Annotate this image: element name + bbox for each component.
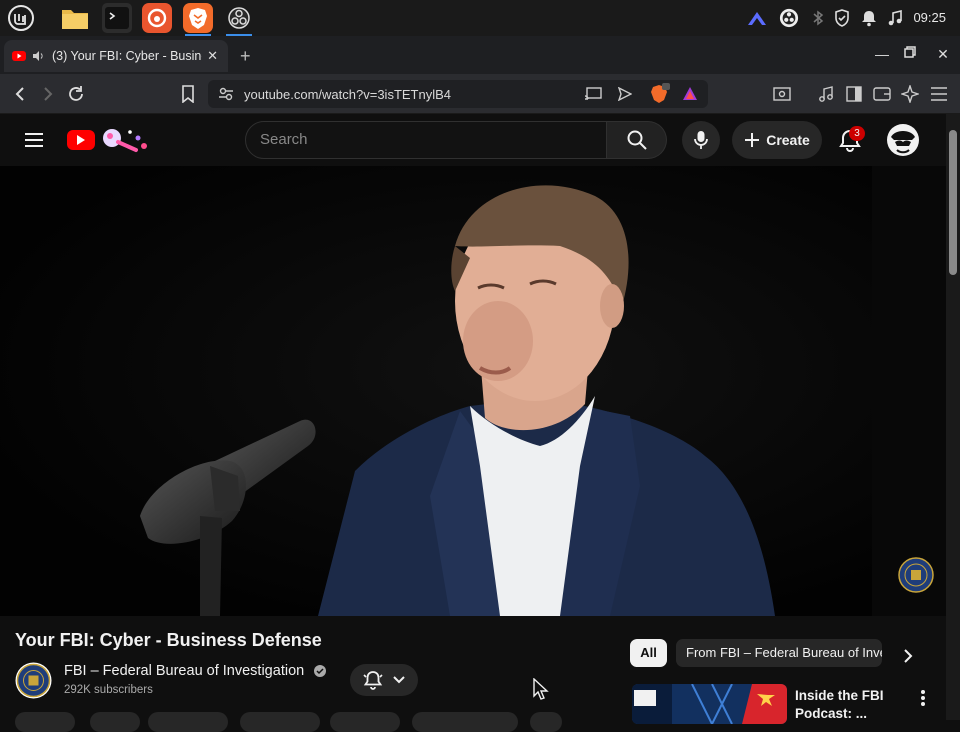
recommended-video-title[interactable]: Inside the FBI Podcast: ... bbox=[795, 687, 905, 723]
guide-menu-icon[interactable] bbox=[24, 132, 44, 148]
new-tab-button[interactable]: + bbox=[240, 46, 251, 67]
media-icon[interactable] bbox=[885, 8, 905, 28]
page-scrollbar-thumb[interactable] bbox=[949, 130, 957, 275]
obs-icon bbox=[228, 7, 250, 29]
navigation-bar: youtube.com/watch?v=3isTETnylB4 bbox=[0, 74, 960, 114]
wallet-icon[interactable] bbox=[872, 84, 892, 104]
send-icon[interactable] bbox=[618, 87, 632, 101]
firefox-app-button[interactable] bbox=[142, 3, 172, 33]
channel-avatar[interactable] bbox=[15, 662, 52, 699]
chevron-down-icon bbox=[393, 676, 405, 684]
brave-rewards-icon[interactable] bbox=[682, 86, 698, 102]
close-window-icon[interactable]: ✕ bbox=[935, 46, 951, 62]
subscribed-notifications-button[interactable] bbox=[350, 664, 418, 696]
chip-from-channel[interactable]: From FBI – Federal Bureau of Investigati… bbox=[676, 639, 882, 667]
more-options-icon[interactable] bbox=[916, 688, 930, 708]
bell-ringing-icon bbox=[363, 671, 383, 690]
shield-icon[interactable] bbox=[832, 8, 852, 28]
save-button[interactable] bbox=[412, 712, 518, 732]
search-box[interactable] bbox=[245, 121, 607, 159]
browser-tab[interactable]: (3) Your FBI: Cyber - Busine ✕ bbox=[4, 40, 228, 72]
youtube-favicon-icon bbox=[12, 51, 26, 61]
reload-icon[interactable] bbox=[66, 84, 86, 104]
firefox-icon bbox=[147, 8, 167, 28]
bookmark-icon[interactable] bbox=[178, 84, 198, 104]
search-input[interactable] bbox=[260, 131, 590, 148]
menu-icon[interactable] bbox=[929, 84, 949, 104]
minimize-icon[interactable]: — bbox=[874, 46, 890, 62]
like-button[interactable] bbox=[15, 712, 75, 732]
back-icon[interactable] bbox=[10, 84, 30, 104]
folder-icon bbox=[62, 10, 88, 29]
speaker-icon[interactable] bbox=[32, 50, 44, 62]
thumbnail-image bbox=[632, 684, 787, 724]
create-label: Create bbox=[766, 132, 810, 148]
download-button[interactable] bbox=[240, 712, 320, 732]
verified-badge-icon bbox=[314, 665, 326, 677]
brave-lion-icon bbox=[189, 8, 207, 29]
clock[interactable]: 09:25 bbox=[913, 10, 946, 25]
share-button[interactable] bbox=[148, 712, 228, 732]
avatar[interactable] bbox=[886, 123, 920, 157]
video-title: Your FBI: Cyber - Business Defense bbox=[15, 630, 322, 650]
youtube-header: Create 3 bbox=[0, 114, 946, 166]
more-actions-button[interactable] bbox=[530, 712, 562, 732]
chip-all[interactable]: All bbox=[630, 639, 667, 667]
search-icon bbox=[627, 130, 647, 150]
plus-icon bbox=[745, 133, 760, 147]
terminal-app-button[interactable] bbox=[102, 3, 132, 33]
voice-search-button[interactable] bbox=[682, 121, 720, 159]
leo-ai-icon[interactable] bbox=[900, 84, 920, 104]
mint-logo-icon bbox=[8, 5, 34, 31]
maximize-icon[interactable] bbox=[904, 46, 920, 62]
channel-name[interactable]: FBI – Federal Bureau of Investigation bbox=[64, 663, 304, 679]
dislike-button[interactable] bbox=[90, 712, 140, 732]
taskbar: 09:25 bbox=[0, 0, 960, 36]
obs-app-button[interactable] bbox=[224, 3, 254, 36]
sidebar-toggle-icon[interactable] bbox=[844, 84, 864, 104]
chevron-right-icon[interactable] bbox=[898, 646, 918, 666]
url-text[interactable]: youtube.com/watch?v=3isTETnylB4 bbox=[244, 87, 451, 102]
obs-tray-icon[interactable] bbox=[779, 8, 799, 28]
tab-bar: (3) Your FBI: Cyber - Busine ✕ + — ✕ bbox=[0, 36, 960, 74]
youtube-doodle-logo-icon[interactable] bbox=[66, 124, 150, 154]
search-button[interactable] bbox=[607, 121, 667, 159]
subscriber-count: 292K subscribers bbox=[64, 684, 153, 696]
site-settings-icon[interactable] bbox=[218, 86, 234, 102]
microphone-icon bbox=[694, 131, 708, 149]
close-tab-icon[interactable]: ✕ bbox=[207, 48, 218, 64]
files-app-button[interactable] bbox=[60, 3, 90, 33]
mouse-cursor-icon bbox=[533, 678, 549, 700]
address-bar[interactable]: youtube.com/watch?v=3isTETnylB4 bbox=[208, 80, 708, 108]
fbi-watermark-icon[interactable] bbox=[898, 557, 934, 593]
brave-shields-icon[interactable] bbox=[650, 83, 670, 105]
forward-icon[interactable] bbox=[38, 84, 58, 104]
music-icon[interactable] bbox=[816, 84, 836, 104]
video-frame-speaker bbox=[0, 166, 946, 616]
bluetooth-icon[interactable] bbox=[808, 8, 828, 28]
reader-mode-icon[interactable] bbox=[772, 84, 792, 104]
recommended-video-thumbnail[interactable] bbox=[632, 684, 787, 724]
terminal-icon bbox=[105, 7, 129, 29]
create-button[interactable]: Create bbox=[732, 121, 822, 159]
notifications-icon[interactable] bbox=[859, 8, 879, 28]
video-player[interactable] bbox=[0, 166, 946, 616]
clip-button[interactable] bbox=[330, 712, 400, 732]
brave-app-button[interactable] bbox=[183, 3, 213, 36]
cast-icon[interactable] bbox=[584, 87, 602, 101]
proton-vpn-icon[interactable] bbox=[747, 8, 767, 28]
notification-count-badge: 3 bbox=[849, 126, 865, 141]
mint-menu-button[interactable] bbox=[6, 3, 36, 33]
tab-title: (3) Your FBI: Cyber - Busine bbox=[52, 49, 202, 63]
